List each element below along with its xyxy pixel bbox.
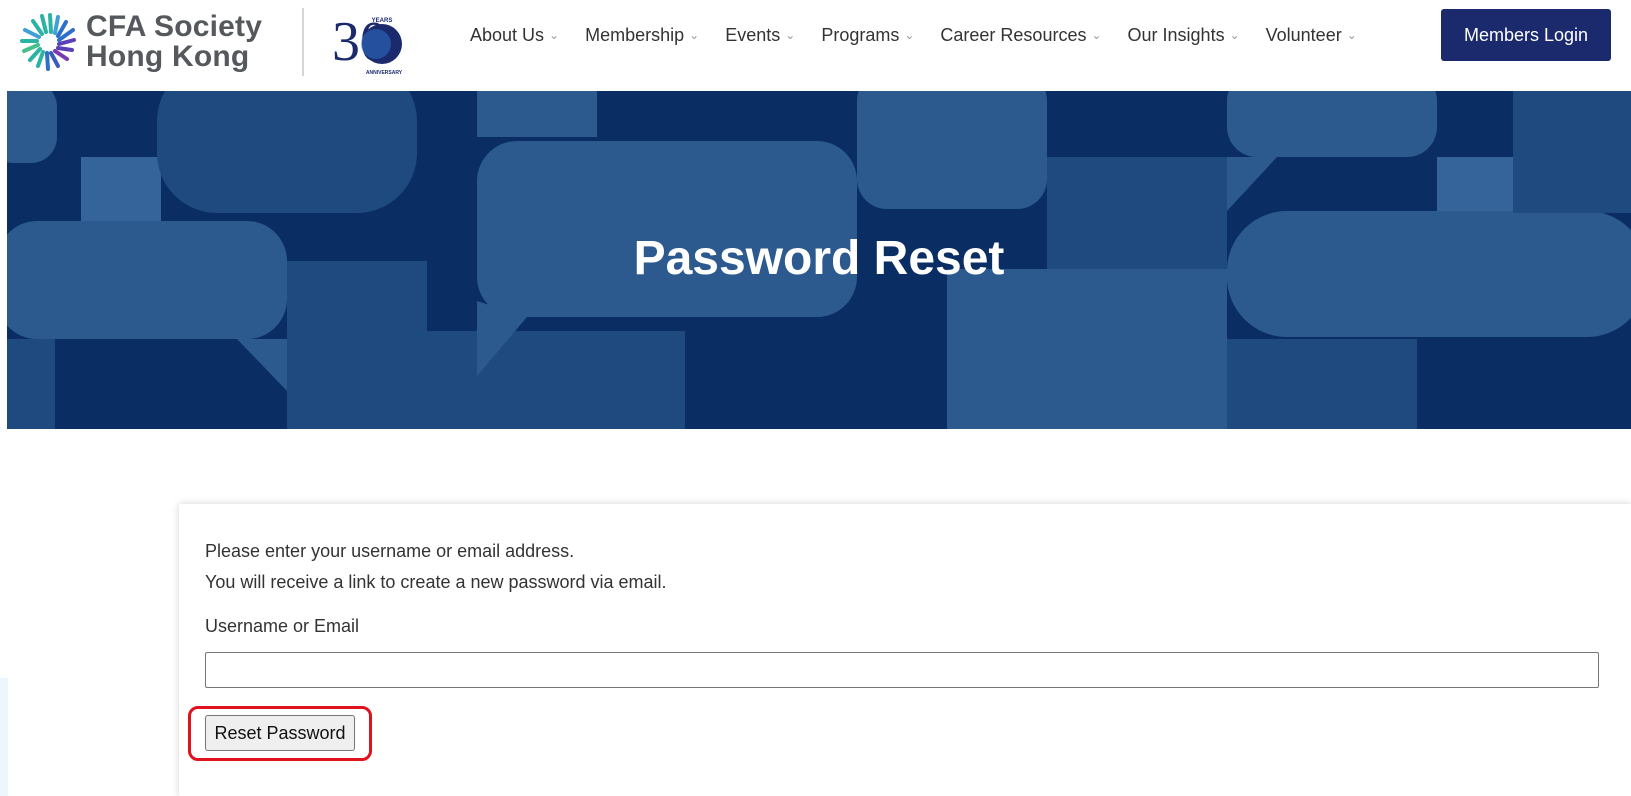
nav-item-events[interactable]: Events ⌄ [725, 25, 795, 46]
nav-item-about-us[interactable]: About Us ⌄ [470, 25, 559, 46]
hero-banner: Password Reset [7, 91, 1631, 429]
nav-item-label: Membership [585, 24, 685, 45]
brand-name-line2: Hong Kong [86, 40, 250, 73]
svg-text:YEARS: YEARS [372, 18, 393, 24]
brand-logo[interactable]: CFA Society Hong Kong [20, 6, 280, 78]
username-email-input[interactable] [205, 652, 1599, 688]
chevron-down-icon: ⌄ [1229, 28, 1240, 42]
site-header: CFA Society Hong Kong 30 YEARS ANNIVERSA… [0, 0, 1631, 90]
nav-item-membership[interactable]: Membership ⌄ [585, 25, 699, 46]
chevron-down-icon: ⌄ [1091, 28, 1102, 42]
nav-item-label: Volunteer [1265, 24, 1342, 45]
30-years-anniversary-badge-icon: 30 YEARS ANNIVERSARY [332, 11, 403, 76]
username-email-label: Username or Email [205, 616, 360, 636]
svg-text:ANNIVERSARY: ANNIVERSARY [366, 70, 403, 76]
nav-item-label: Programs [821, 24, 900, 45]
password-reset-form: Please enter your username or email addr… [179, 504, 1631, 796]
brand-name-line1: CFA Society [86, 10, 263, 43]
nav-item-our-insights[interactable]: Our Insights ⌄ [1128, 25, 1240, 46]
members-login-button[interactable]: Members Login [1441, 9, 1611, 61]
nav-item-label: Events [725, 24, 781, 45]
side-edge-tab[interactable] [0, 678, 8, 796]
page-title: Password Reset [633, 232, 1005, 285]
brand-name: CFA Society Hong Kong [86, 12, 262, 72]
cfa-starburst-logo-icon [20, 13, 76, 71]
form-instructions: Please enter your username or email addr… [205, 536, 667, 598]
chevron-down-icon: ⌄ [785, 28, 796, 42]
instruction-line-2: You will receive a link to create a new … [205, 572, 667, 592]
chevron-down-icon: ⌄ [904, 28, 915, 42]
instruction-line-1: Please enter your username or email addr… [205, 541, 575, 561]
chevron-down-icon: ⌄ [1346, 28, 1357, 42]
reset-password-button[interactable]: Reset Password [205, 715, 355, 751]
nav-item-label: About Us [470, 24, 545, 45]
main-nav: About Us ⌄ Membership ⌄ Events ⌄ Program… [470, 22, 1383, 48]
logo-divider [302, 8, 304, 76]
nav-item-programs[interactable]: Programs ⌄ [821, 25, 914, 46]
nav-item-volunteer[interactable]: Volunteer ⌄ [1266, 25, 1357, 46]
nav-item-label: Career Resources [940, 24, 1087, 45]
nav-item-career-resources[interactable]: Career Resources ⌄ [940, 25, 1101, 46]
chevron-down-icon: ⌄ [689, 28, 700, 42]
chevron-down-icon: ⌄ [549, 28, 560, 42]
nav-item-label: Our Insights [1127, 24, 1225, 45]
